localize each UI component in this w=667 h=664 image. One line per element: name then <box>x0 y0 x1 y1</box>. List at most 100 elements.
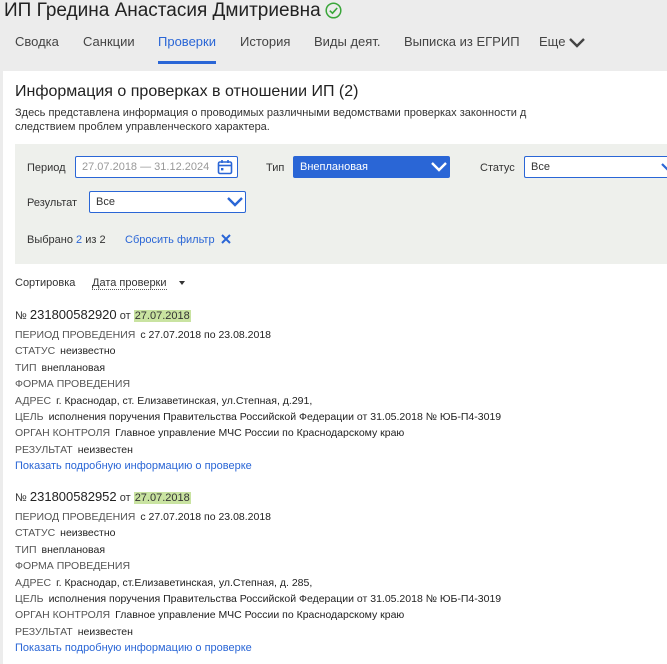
field-key: Статус <box>15 527 56 540</box>
field-key: Тип <box>15 361 37 374</box>
field-value: исполнения поручения Правительства Росси… <box>48 592 502 605</box>
show-details-link[interactable]: Показать подробную информацию о проверке <box>15 640 665 656</box>
field-value: внеплановая <box>41 361 106 374</box>
reset-filter-label: Сбросить фильтр <box>125 234 215 246</box>
section-description-line: следствием проблем управленческого харак… <box>15 121 270 133</box>
number-prefix: № <box>15 310 27 322</box>
top-bar: ИП Гредина Анастасия Дмитриевна Сводка С… <box>0 0 667 64</box>
field-key: Форма проведения <box>15 378 131 391</box>
inspection-header: № 231800582920 от 27.07.2018 <box>15 307 665 327</box>
period-row: Период проведения с 27.07.2018 по 23.08.2… <box>15 327 665 343</box>
inspection-number: 231800582952 <box>29 489 117 504</box>
caret-down-icon <box>179 281 185 285</box>
tab-history[interactable]: История <box>240 34 290 64</box>
field-key: Период проведения <box>15 511 136 523</box>
status-value: Все <box>531 161 550 173</box>
result-row: Результат неизвестен <box>15 442 665 458</box>
field-value: с 27.07.2018 по 23.08.2018 <box>140 329 272 341</box>
period-value: 27.07.2018 — 31.12.2024 <box>82 161 210 173</box>
company-title: ИП Гредина Анастасия Дмитриевна <box>4 0 321 21</box>
filter-panel: Период 27.07.2018 — 31.12.2024 Тип Внепл… <box>15 144 667 264</box>
inspections-panel: Информация о проверках в отношении ИП (2… <box>3 71 667 664</box>
selected-suffix: из 2 <box>85 234 106 246</box>
check-circle-icon <box>325 2 342 19</box>
field-key: Период проведения <box>15 329 136 341</box>
status-row: Статус неизвестно <box>15 525 665 541</box>
field-value: неизвестен <box>77 443 133 456</box>
calendar-icon <box>217 160 233 175</box>
type-value: Внеплановая <box>300 161 369 173</box>
tab-activities[interactable]: Виды деят. <box>314 34 380 64</box>
type-select[interactable]: Внеплановая <box>293 156 450 178</box>
address-row: Адрес г. Краснодар, ст.Елизаветинская, ул… <box>15 575 665 591</box>
field-value: Главное управление МЧС России по Краснод… <box>115 609 405 622</box>
inspection-item: № 231800582952 от 27.07.2018 Период пров… <box>15 489 665 656</box>
inspection-number: 231800582920 <box>29 307 117 322</box>
form-row: Форма проведения <box>15 558 665 574</box>
authority-row: Орган контроля Главное управление МЧС Рос… <box>15 425 665 441</box>
selected-count: Выбрано 2 из 2 <box>27 234 106 246</box>
tab-bar: Сводка Санкции Проверки История Виды дея… <box>0 34 667 64</box>
date-prefix: от <box>119 310 131 322</box>
field-value: неизвестно <box>60 527 116 540</box>
field-key: Статус <box>15 345 56 358</box>
show-details-link[interactable]: Показать подробную информацию о проверке <box>15 458 665 474</box>
section-description: Здесь представлена информация о проводим… <box>15 106 667 134</box>
field-key: Орган контроля <box>15 609 111 622</box>
section-description-line: Здесь представлена информация о проводим… <box>15 107 527 119</box>
status-row: Статус неизвестно <box>15 343 665 359</box>
field-value: г. Краснодар, ст. Елизаветинская, ул.Сте… <box>56 394 313 407</box>
field-key: Результат <box>15 443 73 456</box>
field-value: исполнения поручения Правительства Росси… <box>48 410 502 423</box>
field-value: неизвестен <box>77 625 133 638</box>
field-key: Результат <box>15 625 73 638</box>
close-icon <box>220 234 231 244</box>
form-row: Форма проведения <box>15 376 665 392</box>
section-title: Информация о проверках в отношении ИП (2… <box>15 83 359 100</box>
tab-sanctions[interactable]: Санкции <box>83 34 135 64</box>
field-value: г. Краснодар, ст.Елизаветинская, ул.Степ… <box>56 576 313 589</box>
tab-summary[interactable]: Сводка <box>15 34 59 64</box>
field-key: Адрес <box>15 394 52 407</box>
inspection-date: 27.07.2018 <box>133 492 191 504</box>
inspection-header: № 231800582952 от 27.07.2018 <box>15 489 665 509</box>
tab-inspections[interactable]: Проверки <box>158 34 216 64</box>
chevron-down-icon <box>227 197 243 207</box>
field-key: Орган контроля <box>15 427 111 440</box>
field-value: внеплановая <box>41 543 106 556</box>
type-row: Тип внеплановая <box>15 542 665 558</box>
reset-filter-button[interactable]: Сбросить фильтр <box>125 234 231 246</box>
field-value: неизвестно <box>60 345 116 358</box>
period-label: Период <box>27 162 66 174</box>
chevron-down-icon <box>661 163 667 171</box>
status-label: Статус <box>480 162 515 174</box>
field-key: Цель <box>15 410 44 423</box>
period-date-range-input[interactable]: 27.07.2018 — 31.12.2024 <box>75 156 238 178</box>
result-label: Результат <box>27 197 78 209</box>
chevron-down-icon <box>431 162 447 172</box>
status-select[interactable]: Все <box>524 156 667 178</box>
period-row: Период проведения с 27.07.2018 по 23.08.2… <box>15 509 665 525</box>
tab-more-label: Еще <box>539 34 566 49</box>
field-key: Цель <box>15 592 44 605</box>
result-row: Результат неизвестен <box>15 624 665 640</box>
result-select[interactable]: Все <box>89 191 246 213</box>
type-label: Тип <box>266 162 285 174</box>
selected-number: 2 <box>76 234 83 246</box>
authority-row: Орган контроля Главное управление МЧС Рос… <box>15 607 665 623</box>
inspection-date: 27.07.2018 <box>133 310 191 322</box>
chevron-down-icon <box>569 38 585 48</box>
result-value: Все <box>96 196 115 208</box>
field-key: Форма проведения <box>15 560 131 573</box>
field-key: Тип <box>15 543 37 556</box>
sort-dropdown[interactable]: Дата проверки <box>92 277 167 290</box>
goal-row: Цель исполнения поручения Правительства Р… <box>15 591 665 607</box>
number-prefix: № <box>15 492 27 504</box>
selected-prefix: Выбрано <box>27 234 73 246</box>
field-value: с 27.07.2018 по 23.08.2018 <box>140 511 272 523</box>
tab-egrip-extract[interactable]: Выписка из ЕГРИП <box>404 34 520 64</box>
goal-row: Цель исполнения поручения Правительства Р… <box>15 409 665 425</box>
address-row: Адрес г. Краснодар, ст. Елизаветинская, у… <box>15 393 665 409</box>
tab-more[interactable]: Еще <box>539 34 585 64</box>
date-prefix: от <box>119 492 131 504</box>
